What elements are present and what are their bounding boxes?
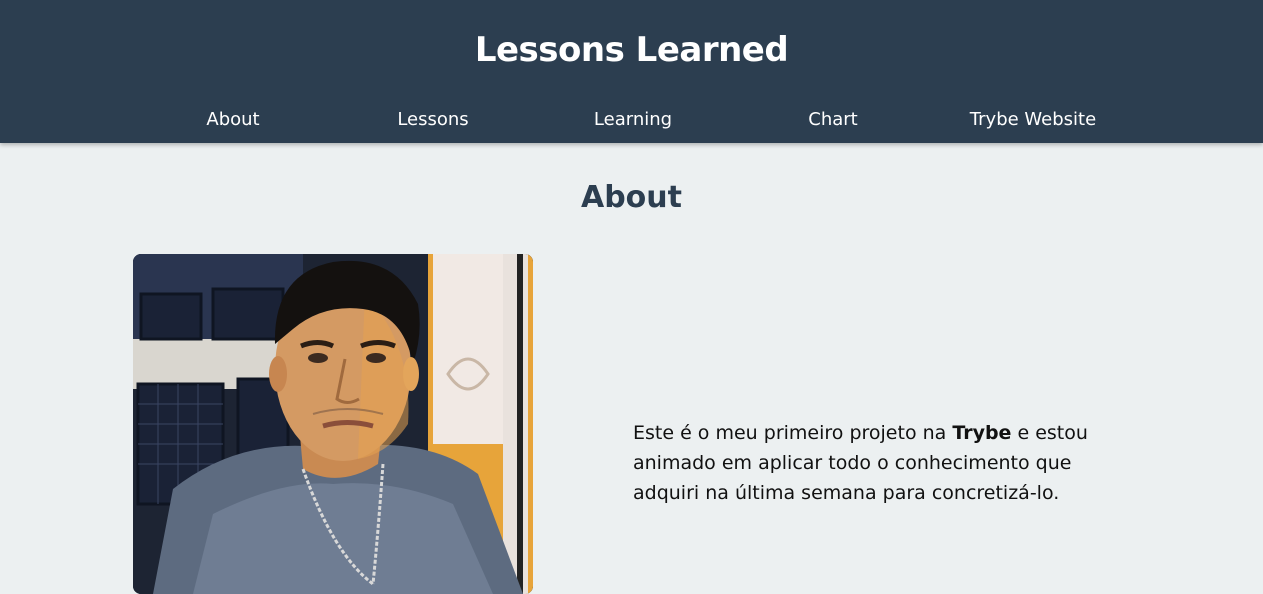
nav-link-trybe-website[interactable]: Trybe Website <box>933 106 1133 134</box>
trybe-highlight: Trybe <box>952 422 1012 444</box>
nav-link-chart[interactable]: Chart <box>733 106 933 134</box>
nav-link-lessons[interactable]: Lessons <box>333 106 533 134</box>
about-heading: About <box>580 180 682 215</box>
about-text-before: Este é o meu primeiro projeto na <box>633 422 953 444</box>
nav-link-learning[interactable]: Learning <box>533 106 733 134</box>
site-title: Lessons Learned <box>474 30 789 70</box>
nav-link-about[interactable]: About <box>133 106 333 134</box>
profile-photo <box>133 254 533 594</box>
main-nav: About Lessons Learning Chart Trybe Websi… <box>133 106 1133 134</box>
site-header: Lessons Learned About Lessons Learning C… <box>0 0 1263 143</box>
about-description: Este é o meu primeiro projeto na Trybe e… <box>633 418 1133 508</box>
